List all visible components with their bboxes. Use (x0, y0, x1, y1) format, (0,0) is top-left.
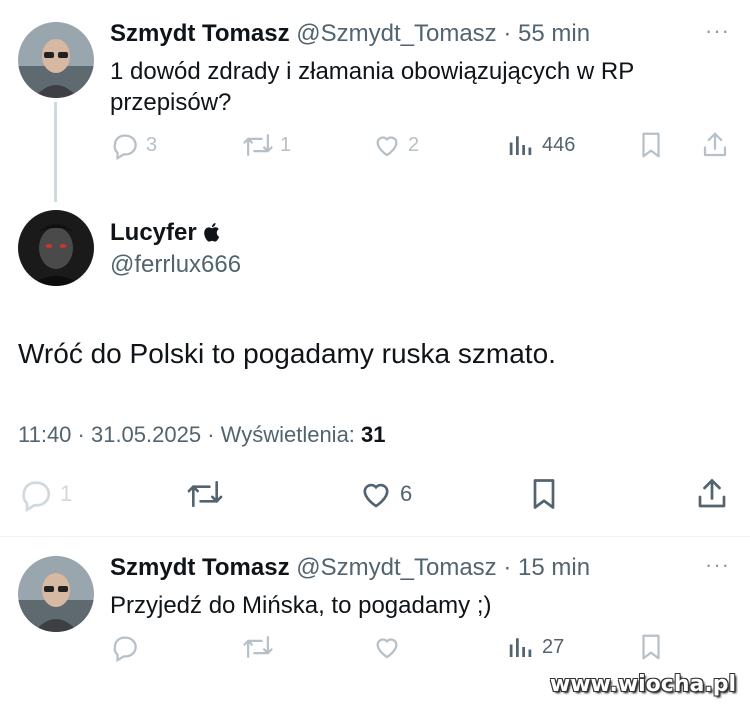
tweet-header: Szmydt Tomasz @Szmydt_Tomasz · 15 min (110, 552, 590, 584)
reply-icon (18, 476, 54, 512)
reply-count: 1 (60, 481, 73, 506)
tweet-actions: 3 1 2 446 (110, 130, 730, 166)
views-bar-chart-icon (506, 632, 536, 662)
heart-icon (372, 130, 402, 160)
reply-button[interactable] (110, 632, 140, 662)
author-name[interactable]: Szmydt Tomasz (110, 554, 290, 581)
apple-icon (203, 220, 221, 250)
bookmark-button[interactable] (526, 476, 562, 512)
like-button[interactable]: 6 (358, 476, 412, 512)
reply-icon (110, 130, 140, 160)
share-icon (694, 476, 730, 512)
views-count: 446 (542, 133, 576, 156)
reply-button[interactable]: 3 (110, 130, 157, 160)
views-count: 27 (542, 635, 565, 658)
reply-button[interactable]: 1 (18, 476, 72, 512)
tweet-header: Szmydt Tomasz @Szmydt_Tomasz · 55 min (110, 18, 590, 50)
author-handle[interactable]: @ferrlux666 (110, 250, 241, 280)
retweet-icon (186, 476, 224, 512)
author-handle[interactable]: @Szmydt_Tomasz (296, 554, 496, 581)
tweet-meta: 11:40 · 31.05.2025 · Wyświetlenia: 31 (18, 420, 386, 450)
reply-icon (110, 632, 140, 662)
tweet-text: 1 dowód zdrady i złamania obowiązujących… (110, 58, 634, 116)
bookmark-icon (636, 130, 666, 160)
author-name[interactable]: Szmydt Tomasz (110, 20, 290, 47)
bookmark-icon (636, 632, 666, 662)
bookmark-icon (526, 476, 562, 512)
like-button[interactable]: 2 (372, 130, 419, 160)
views-button[interactable]: 446 (506, 130, 575, 160)
share-button[interactable] (700, 130, 730, 160)
avatar-szmydt-tomasz[interactable] (18, 22, 94, 98)
avatar-szmydt-tomasz[interactable] (18, 556, 94, 632)
share-icon (700, 130, 730, 160)
separator-dot: · (496, 554, 519, 581)
avatar-lucyfer[interactable] (18, 210, 94, 286)
views-button[interactable]: 27 (506, 632, 564, 662)
separator-dot: · (496, 20, 519, 47)
author-handle[interactable]: @Szmydt_Tomasz (296, 20, 496, 47)
like-button[interactable] (372, 632, 402, 662)
tweet-actions: 1 6 (18, 476, 732, 518)
bookmark-button[interactable] (636, 632, 666, 662)
tweet-text: Przyjedź do Mińska, to pogadamy ;) (110, 592, 492, 619)
divider (0, 536, 750, 537)
heart-icon (372, 632, 402, 662)
watermark: www.wiocha.pl (549, 672, 736, 697)
thread-connector-line (54, 102, 57, 202)
like-count: 2 (408, 133, 420, 156)
share-button[interactable] (694, 476, 730, 512)
heart-icon (358, 476, 394, 512)
retweet-button[interactable] (186, 476, 224, 512)
retweet-icon (242, 130, 274, 160)
bookmark-button[interactable] (636, 130, 666, 160)
tweet-actions: 27 (110, 632, 730, 668)
reply-count: 3 (146, 133, 158, 156)
like-count: 6 (400, 481, 413, 506)
author-name-row: Lucyfer (110, 218, 221, 250)
timestamp-and-views-label[interactable]: 11:40 · 31.05.2025 · Wyświetlenia: (18, 422, 361, 447)
retweet-count: 1 (280, 133, 292, 156)
timestamp[interactable]: 15 min (518, 554, 590, 581)
views-bar-chart-icon (506, 130, 536, 160)
timestamp[interactable]: 55 min (518, 20, 590, 47)
retweet-button[interactable]: 1 (242, 130, 291, 160)
retweet-icon (242, 632, 274, 662)
views-count[interactable]: 31 (361, 422, 385, 447)
more-options-icon[interactable]: ··· (705, 18, 730, 44)
tweet-text: Wróć do Polski to pogadamy ruska szmato. (18, 338, 556, 369)
author-name[interactable]: Lucyfer (110, 219, 197, 246)
more-options-icon[interactable]: ··· (705, 552, 730, 578)
retweet-button[interactable] (242, 632, 274, 662)
